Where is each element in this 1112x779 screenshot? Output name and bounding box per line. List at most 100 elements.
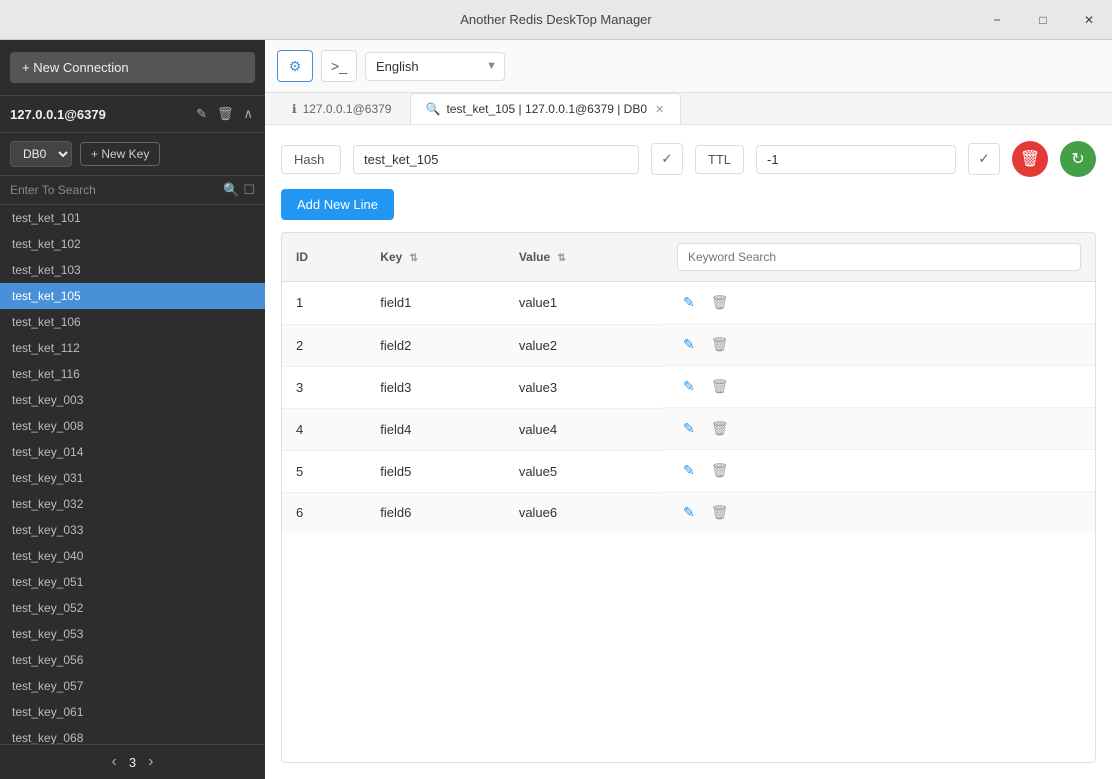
key-list-item[interactable]: test_key_056	[0, 647, 265, 673]
key-type-badge: Hash	[281, 145, 341, 174]
row-edit-button[interactable]: ✎	[677, 502, 701, 523]
maximize-button[interactable]: □	[1020, 0, 1066, 40]
cell-actions: ✎🗑	[663, 450, 1095, 492]
key-name-input[interactable]	[353, 145, 639, 174]
filter-button[interactable]: ☐	[243, 182, 255, 198]
row-delete-button[interactable]: 🗑	[705, 460, 735, 481]
db-select[interactable]: DB0DB1DB2DB3	[10, 141, 72, 167]
tab-label: 127.0.0.1@6379	[303, 102, 392, 116]
row-edit-button[interactable]: ✎	[677, 376, 701, 397]
key-list-item[interactable]: test_key_051	[0, 569, 265, 595]
key-list-item[interactable]: test_ket_103	[0, 257, 265, 283]
connection-name: 127.0.0.1@6379	[10, 107, 106, 122]
key-list-item[interactable]: test_key_003	[0, 387, 265, 413]
add-new-line-button[interactable]: Add New Line	[281, 189, 394, 220]
settings-icon-button[interactable]: ⚙	[277, 50, 313, 82]
row-delete-button[interactable]: 🗑	[705, 376, 735, 397]
key-list-item[interactable]: test_ket_101	[0, 205, 265, 231]
key-list-item[interactable]: test_key_014	[0, 439, 265, 465]
search-icon: 🔍	[425, 102, 440, 116]
key-name-confirm-button[interactable]: ✓	[651, 143, 683, 175]
row-edit-button[interactable]: ✎	[677, 418, 701, 439]
current-page: 3	[129, 755, 136, 770]
cell-value: value1	[505, 282, 663, 325]
row-delete-button[interactable]: 🗑	[705, 502, 735, 523]
cell-id: 5	[282, 450, 366, 492]
refresh-button[interactable]: ↻	[1060, 141, 1096, 177]
search-input[interactable]	[10, 183, 219, 197]
new-key-button[interactable]: + New Key	[80, 142, 160, 166]
cell-actions: ✎🗑	[663, 408, 1095, 450]
col-key: Key ⇅	[366, 233, 505, 282]
table-row: 1field1value1✎🗑	[282, 282, 1095, 325]
cell-actions: ✎🗑	[663, 324, 1095, 366]
row-edit-button[interactable]: ✎	[677, 292, 701, 313]
app-title: Another Redis DeskTop Manager	[460, 12, 652, 27]
cell-key: field1	[366, 282, 505, 325]
search-icon-button[interactable]: 🔍	[223, 182, 239, 198]
row-delete-button[interactable]: 🗑	[705, 334, 735, 355]
cell-key: field3	[366, 366, 505, 408]
cell-actions: ✎🗑	[663, 282, 1095, 324]
new-connection-button[interactable]: + New Connection	[10, 52, 255, 83]
cell-value: value4	[505, 408, 663, 450]
prev-page-button[interactable]: ‹	[112, 753, 117, 771]
collapse-connection-button[interactable]: ∧	[241, 104, 255, 124]
cell-value: value6	[505, 492, 663, 533]
cell-actions: ✎🗑	[663, 492, 1095, 533]
table-row: 4field4value4✎🗑	[282, 408, 1095, 450]
main-content: ⚙ >_ English中文Español ▼ ℹ 127.0.0.1@6379…	[265, 40, 1112, 779]
key-list-item[interactable]: test_ket_112	[0, 335, 265, 361]
cell-id: 4	[282, 408, 366, 450]
row-edit-button[interactable]: ✎	[677, 334, 701, 355]
cell-id: 2	[282, 324, 366, 366]
row-delete-button[interactable]: 🗑	[705, 418, 735, 439]
cell-value: value2	[505, 324, 663, 366]
ttl-label: TTL	[695, 145, 744, 174]
key-list-item[interactable]: test_key_031	[0, 465, 265, 491]
edit-connection-button[interactable]: ✎	[194, 104, 209, 124]
minimize-button[interactable]: −	[974, 0, 1020, 40]
key-list-item[interactable]: test_key_068	[0, 725, 265, 744]
key-list-item[interactable]: test_ket_105	[0, 283, 265, 309]
cell-id: 1	[282, 282, 366, 325]
terminal-icon-button[interactable]: >_	[321, 50, 357, 82]
delete-key-button[interactable]: 🗑	[1012, 141, 1048, 177]
key-list-item[interactable]: test_key_040	[0, 543, 265, 569]
row-edit-button[interactable]: ✎	[677, 460, 701, 481]
next-page-button[interactable]: ›	[148, 753, 153, 771]
key-list-item[interactable]: test_key_053	[0, 621, 265, 647]
cell-id: 3	[282, 366, 366, 408]
key-list-item[interactable]: test_key_033	[0, 517, 265, 543]
key-list-item[interactable]: test_key_061	[0, 699, 265, 725]
key-list-item[interactable]: test_key_032	[0, 491, 265, 517]
info-icon: ℹ	[292, 102, 297, 116]
language-select[interactable]: English中文Español	[365, 52, 505, 81]
keyword-search-input[interactable]	[677, 243, 1081, 271]
search-bar: 🔍 ☐	[0, 176, 265, 205]
tab-close-icon[interactable]: ✕	[653, 103, 666, 116]
cell-value: value5	[505, 450, 663, 492]
cell-key: field6	[366, 492, 505, 533]
title-bar: Another Redis DeskTop Manager − □ ✕	[0, 0, 1112, 40]
ttl-confirm-button[interactable]: ✓	[968, 143, 1000, 175]
key-list-item[interactable]: test_key_057	[0, 673, 265, 699]
key-list-item[interactable]: test_ket_106	[0, 309, 265, 335]
tabs-bar: ℹ 127.0.0.1@6379🔍 test_ket_105 | 127.0.0…	[265, 93, 1112, 125]
window-controls: − □ ✕	[974, 0, 1112, 39]
connection-actions: ✎ 🗑 ∧	[194, 104, 255, 124]
col-value: Value ⇅	[505, 233, 663, 282]
delete-connection-button[interactable]: 🗑	[215, 104, 236, 124]
cell-id: 6	[282, 492, 366, 533]
key-list-item[interactable]: test_key_052	[0, 595, 265, 621]
row-delete-button[interactable]: 🗑	[705, 292, 735, 313]
language-selector: English中文Español ▼	[365, 52, 505, 81]
sidebar: + New Connection 127.0.0.1@6379 ✎ 🗑 ∧ DB…	[0, 40, 265, 779]
close-button[interactable]: ✕	[1066, 0, 1112, 40]
key-list-item[interactable]: test_ket_102	[0, 231, 265, 257]
ttl-input[interactable]	[756, 145, 956, 174]
key-list-item[interactable]: test_key_008	[0, 413, 265, 439]
key-list-item[interactable]: test_ket_116	[0, 361, 265, 387]
tab-info[interactable]: ℹ 127.0.0.1@6379	[277, 93, 406, 124]
tab-key[interactable]: 🔍 test_ket_105 | 127.0.0.1@6379 | DB0 ✕	[410, 93, 681, 124]
